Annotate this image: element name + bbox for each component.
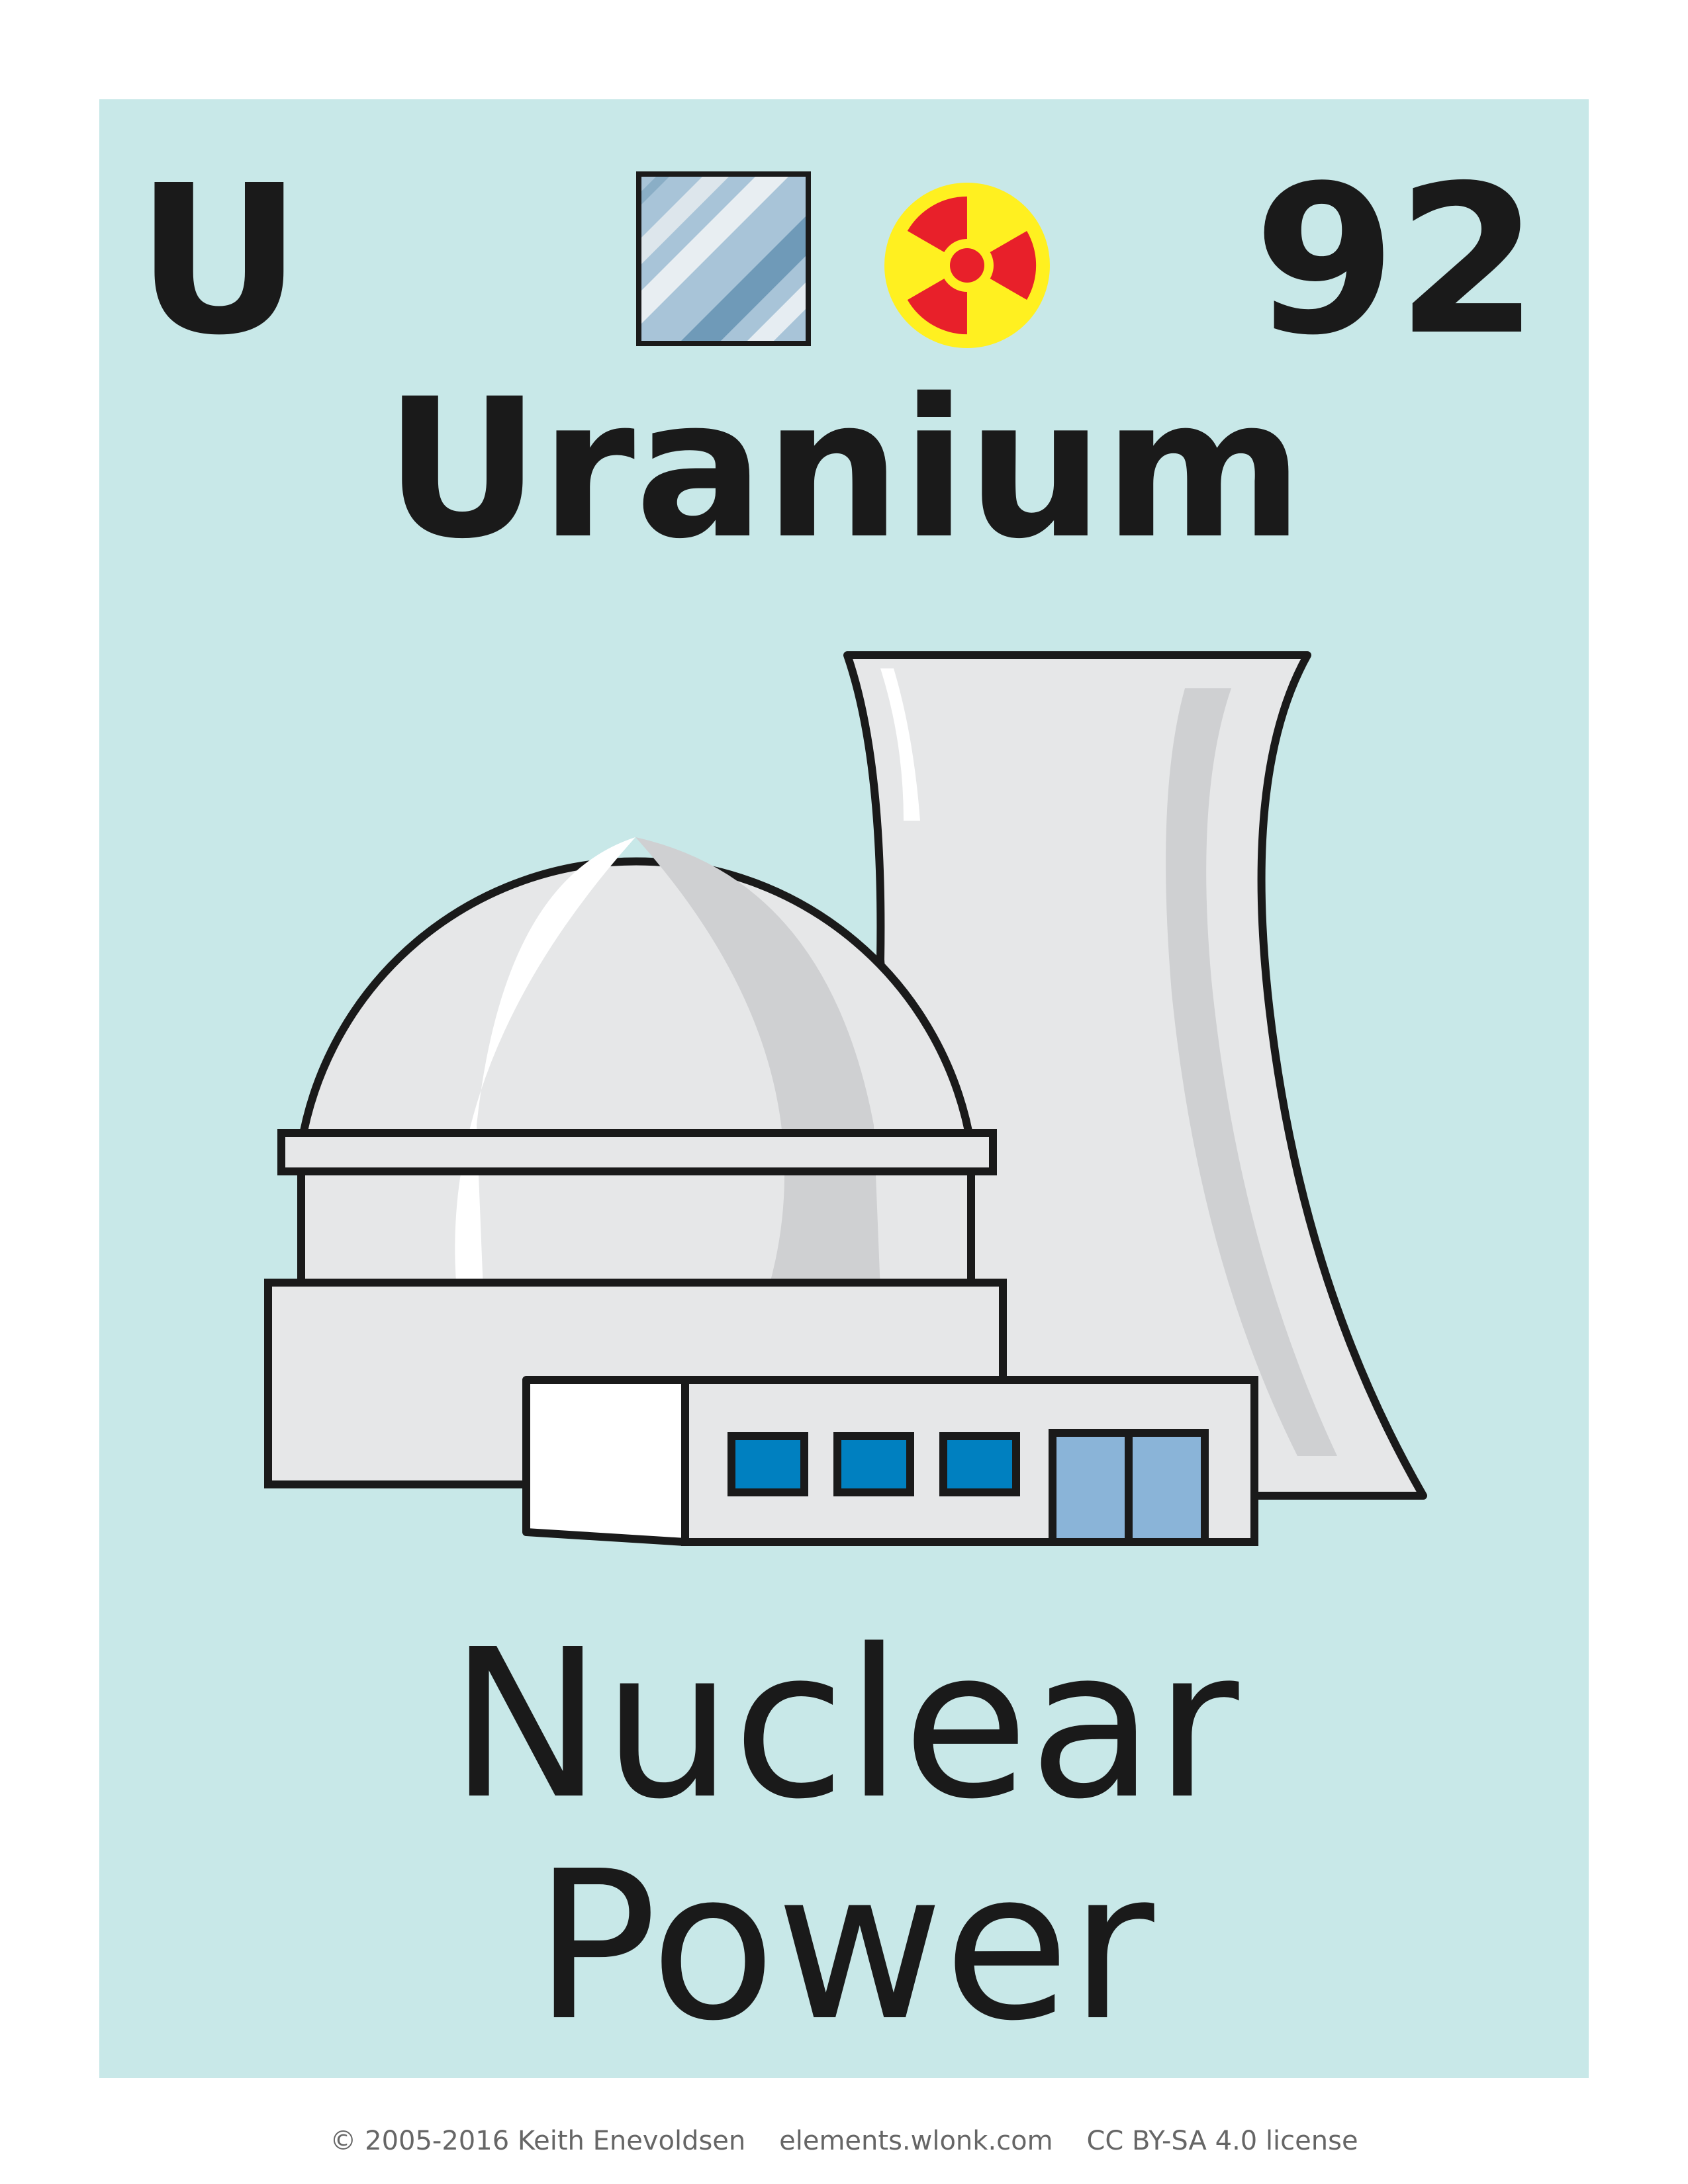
window	[833, 1432, 914, 1496]
atomic-number: 92	[1253, 142, 1539, 381]
use-line-1: Nuclear	[449, 1606, 1239, 1844]
radioactive-icon	[884, 183, 1050, 348]
element-name: Uranium	[384, 358, 1304, 581]
element-symbol: U	[136, 142, 303, 381]
nuclear-power-plant-illustration	[264, 651, 1427, 1546]
footer: © 2005-2016 Keith Enevoldsen elements.wl…	[0, 2126, 1688, 2156]
window	[939, 1432, 1020, 1496]
turbine-building	[522, 1376, 1258, 1546]
window	[727, 1432, 808, 1496]
solid-metal-icon	[636, 171, 811, 346]
element-use: Nuclear Power	[0, 1606, 1688, 2066]
copyright-text: © 2005-2016 Keith Enevoldsen	[330, 2126, 746, 2156]
license-text: CC BY-SA 4.0 license	[1086, 2126, 1358, 2156]
use-line-2: Power	[534, 1827, 1154, 2066]
website-link[interactable]: elements.wlonk.com	[779, 2126, 1053, 2156]
